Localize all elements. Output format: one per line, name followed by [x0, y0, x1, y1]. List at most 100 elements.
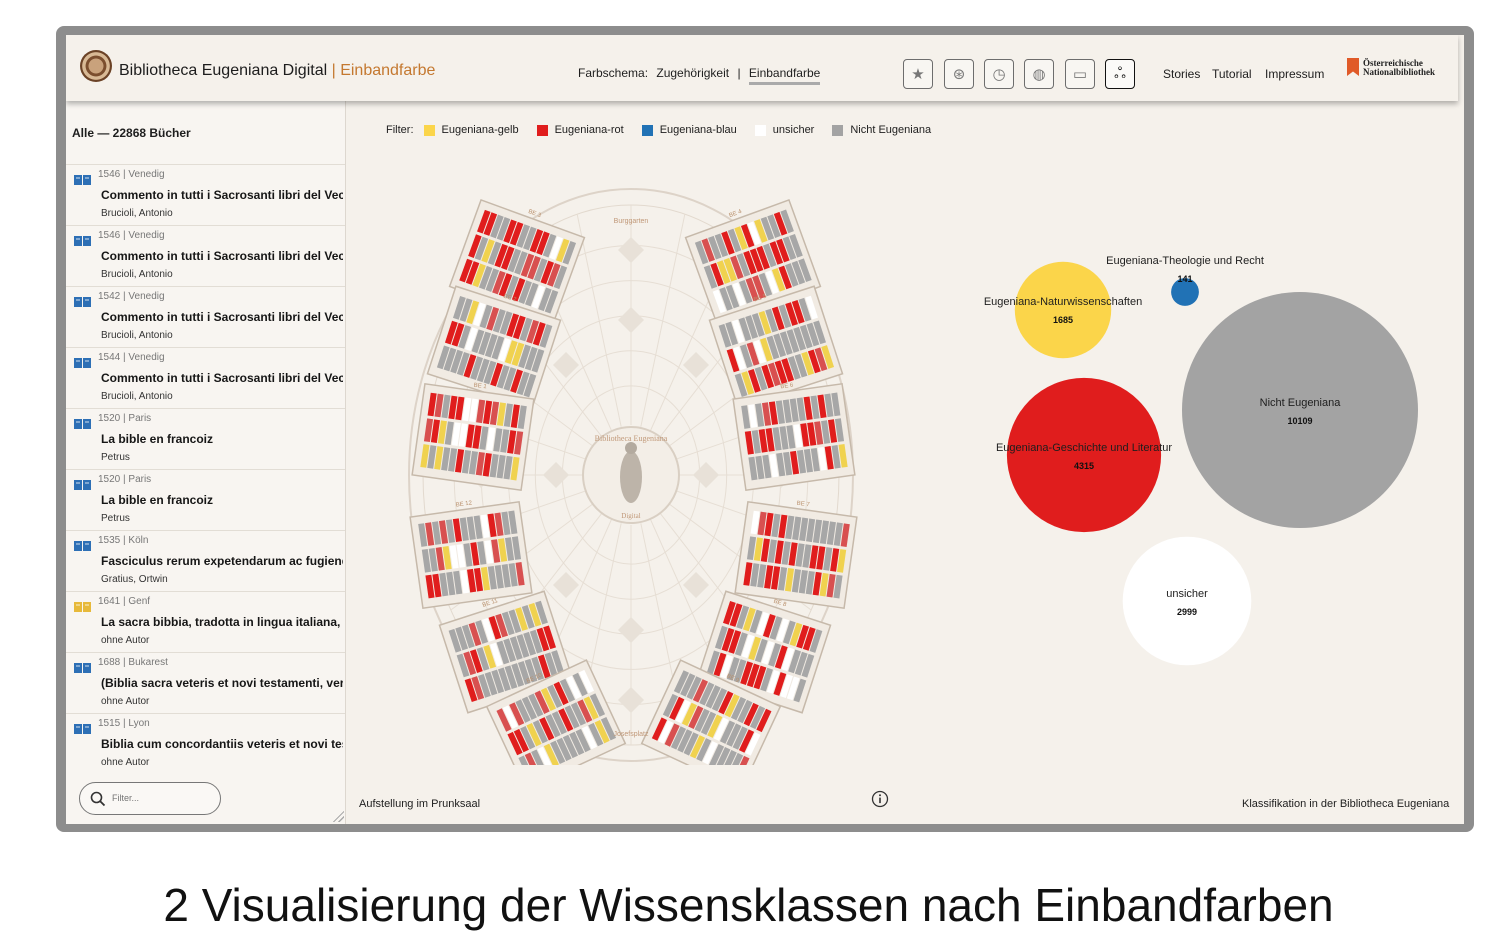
bubble-value: 141	[1177, 274, 1192, 284]
prunksaal-floorplan[interactable]: BE 3 BE 4BE 2 BE 5BE 1 BE 6BE 12 BE 7BE 11 BE…	[396, 175, 866, 765]
bubble-value: 10109	[1287, 416, 1312, 426]
book-title: (Biblia sacra veteris et novi testamenti…	[101, 676, 343, 690]
hall-floor-ornament	[618, 307, 644, 333]
book-icon	[74, 480, 91, 490]
footer-left-label: Aufstellung im Prunksaal	[359, 798, 481, 810]
classification-bubble-chart[interactable]: Eugeniana-Theologie und Recht 141 Eugenian…	[966, 205, 1446, 675]
onb-logo-text[interactable]: Österreichische Nationalbibliothek	[1363, 59, 1435, 77]
book-list-item[interactable]: 1546 | Venedig Commento in tutti i Sacros…	[66, 164, 345, 225]
wheel-icon-button[interactable]: ⊛	[944, 59, 974, 89]
book-list-item[interactable]: 1544 | Venedig Commento in tutti i Sacros…	[66, 347, 345, 408]
book-title: Fasciculus rerum expetendarum ac fugiend…	[101, 554, 343, 568]
bookshelf-block[interactable]: BE 7	[734, 494, 858, 610]
filter-input[interactable]	[110, 792, 214, 804]
nav-stories[interactable]: Stories	[1163, 67, 1200, 81]
book-author: ohne Autor	[101, 696, 150, 707]
legend-swatch	[536, 124, 548, 136]
book-meta: 1542 | Venedig	[98, 291, 165, 302]
book-list-item[interactable]: 1641 | Genf La sacra bibbia, tradotta in …	[66, 591, 345, 652]
bookshelf-block[interactable]: BE 12	[409, 494, 533, 610]
nav-tutorial[interactable]: Tutorial	[1212, 67, 1252, 81]
bubble-value: 4315	[1074, 461, 1094, 471]
info-icon[interactable]	[871, 790, 889, 808]
hall-floor-ornament	[618, 237, 644, 263]
book-icon	[74, 419, 91, 429]
book-icon	[74, 602, 91, 612]
resize-handle[interactable]	[330, 808, 344, 822]
bubble[interactable]: Eugeniana-Geschichte und Literatur 4315	[996, 377, 1172, 533]
bubble[interactable]: Eugeniana-Naturwissenschaften 1685	[984, 261, 1142, 359]
bubble[interactable]: Nicht Eugeniana 10109	[1182, 292, 1418, 528]
book-list-item[interactable]: 1542 | Venedig Commento in tutti i Sacros…	[66, 286, 345, 347]
hall-floor-ornament	[693, 462, 719, 488]
book-author: Petrus	[101, 452, 130, 463]
book-icon	[74, 236, 91, 246]
bubble-circle	[1182, 292, 1418, 528]
book-meta: 1546 | Venedig	[98, 230, 165, 241]
hall-top-label: Burggarten	[614, 218, 649, 225]
book-meta: 1520 | Paris	[98, 474, 152, 485]
onb-line-2: Nationalbibliothek	[1363, 67, 1436, 77]
color-scheme-switch: Farbschema: Zugehörigkeit | Einbandfarbe	[578, 66, 825, 85]
scheme-label: Farbschema:	[578, 66, 649, 80]
globe-icon-button[interactable]: ◍	[1024, 59, 1054, 89]
book-author: Petrus	[101, 513, 130, 524]
medallion-title: Bibliotheca Eugeniana	[595, 434, 668, 443]
figure-caption: 2 Visualisierung der Wissensklassen nach…	[163, 879, 1334, 931]
legend-swatch	[423, 124, 435, 136]
bubble-label: Eugeniana-Naturwissenschaften	[984, 296, 1142, 308]
color-filter-legend: Filter: Eugeniana-gelb Eugeniana-rot Eugen…	[386, 124, 949, 136]
search-icon	[90, 791, 106, 807]
legend-filter-eugeniana-gelb[interactable]: Eugeniana-gelb	[423, 124, 519, 136]
legend-item-label: Eugeniana-blau	[659, 124, 737, 136]
book-author: Brucioli, Antonio	[101, 391, 173, 402]
wheel-icon: ⊛	[952, 66, 966, 83]
legend-swatch	[754, 124, 766, 136]
star-icon-button[interactable]: ★	[903, 59, 933, 89]
bubble-circle	[1006, 377, 1162, 533]
book-icon	[74, 175, 91, 185]
hall-floor-ornament	[618, 687, 644, 713]
filter-field[interactable]	[79, 782, 221, 815]
book-author: ohne Autor	[101, 757, 150, 768]
bubble-chart-icon: ஃ	[1114, 64, 1126, 82]
book-title: La sacra bibbia, tradotta in lingua ital…	[101, 615, 343, 629]
shelf-label: BE 12	[455, 500, 473, 508]
onb-logo-icon[interactable]	[1347, 58, 1359, 76]
hall-floor-ornament	[543, 462, 569, 488]
book-author: Brucioli, Antonio	[101, 208, 173, 219]
bubble-chart-icon-button[interactable]: ஃ	[1105, 59, 1135, 89]
scheme-option-einbandfarbe[interactable]: Einbandfarbe	[748, 66, 821, 85]
book-list-item[interactable]: 1535 | Köln Fasciculus rerum expetendarum…	[66, 530, 345, 591]
medallion-subtitle: Digital	[621, 512, 640, 520]
book-list-sidebar: Alle — 22868 Bücher 1546 | Venedig Commen…	[66, 101, 346, 824]
book-author: ohne Autor	[101, 635, 150, 646]
book-title: La bible en francoiz	[101, 493, 214, 507]
legend-filter-nicht-eugeniana[interactable]: Nicht Eugeniana	[832, 124, 931, 136]
globe-icon: ◍	[1032, 66, 1046, 83]
book-title: La bible en francoiz	[101, 432, 214, 446]
statue-head-icon	[625, 442, 637, 454]
nav-impressum[interactable]: Impressum	[1265, 67, 1324, 81]
book-title: Commento in tutti i Sacrosanti libri del…	[101, 371, 343, 385]
book-list-item[interactable]: 1546 | Venedig Commento in tutti i Sacros…	[66, 225, 345, 286]
book-list-item[interactable]: 1515 | Lyon Biblia cum concordantiis vete…	[66, 713, 345, 774]
speech-bubble-icon-button[interactable]: ▭	[1065, 59, 1095, 89]
legend-label: Filter:	[386, 124, 414, 136]
legend-filter-eugeniana-blau[interactable]: Eugeniana-blau	[641, 124, 737, 136]
book-meta: 1688 | Bukarest	[98, 657, 168, 668]
book-list-item[interactable]: 1520 | Paris La bible en francoiz Petrus	[66, 408, 345, 469]
clock-icon-button[interactable]: ◷	[984, 59, 1014, 89]
bubble[interactable]: unsicher 2999	[1122, 536, 1252, 666]
book-list-item[interactable]: 1688 | Bukarest (Biblia sacra veteris et …	[66, 652, 345, 713]
book-icon	[74, 541, 91, 551]
library-seal-logo[interactable]	[80, 50, 112, 82]
app-title[interactable]: Bibliotheca Eugeniana Digital | Einbandf…	[119, 62, 435, 80]
legend-filter-unsicher[interactable]: unsicher	[754, 124, 815, 136]
star-icon: ★	[911, 66, 925, 83]
scheme-option-zugehoerigkeit[interactable]: Zugehörigkeit	[656, 66, 729, 80]
footer-right-label: Klassifikation in der Bibliotheca Eugeni…	[1242, 798, 1450, 810]
legend-item-label: unsicher	[772, 124, 815, 136]
legend-filter-eugeniana-rot[interactable]: Eugeniana-rot	[536, 124, 624, 136]
book-list-item[interactable]: 1520 | Paris La bible en francoiz Petrus	[66, 469, 345, 530]
